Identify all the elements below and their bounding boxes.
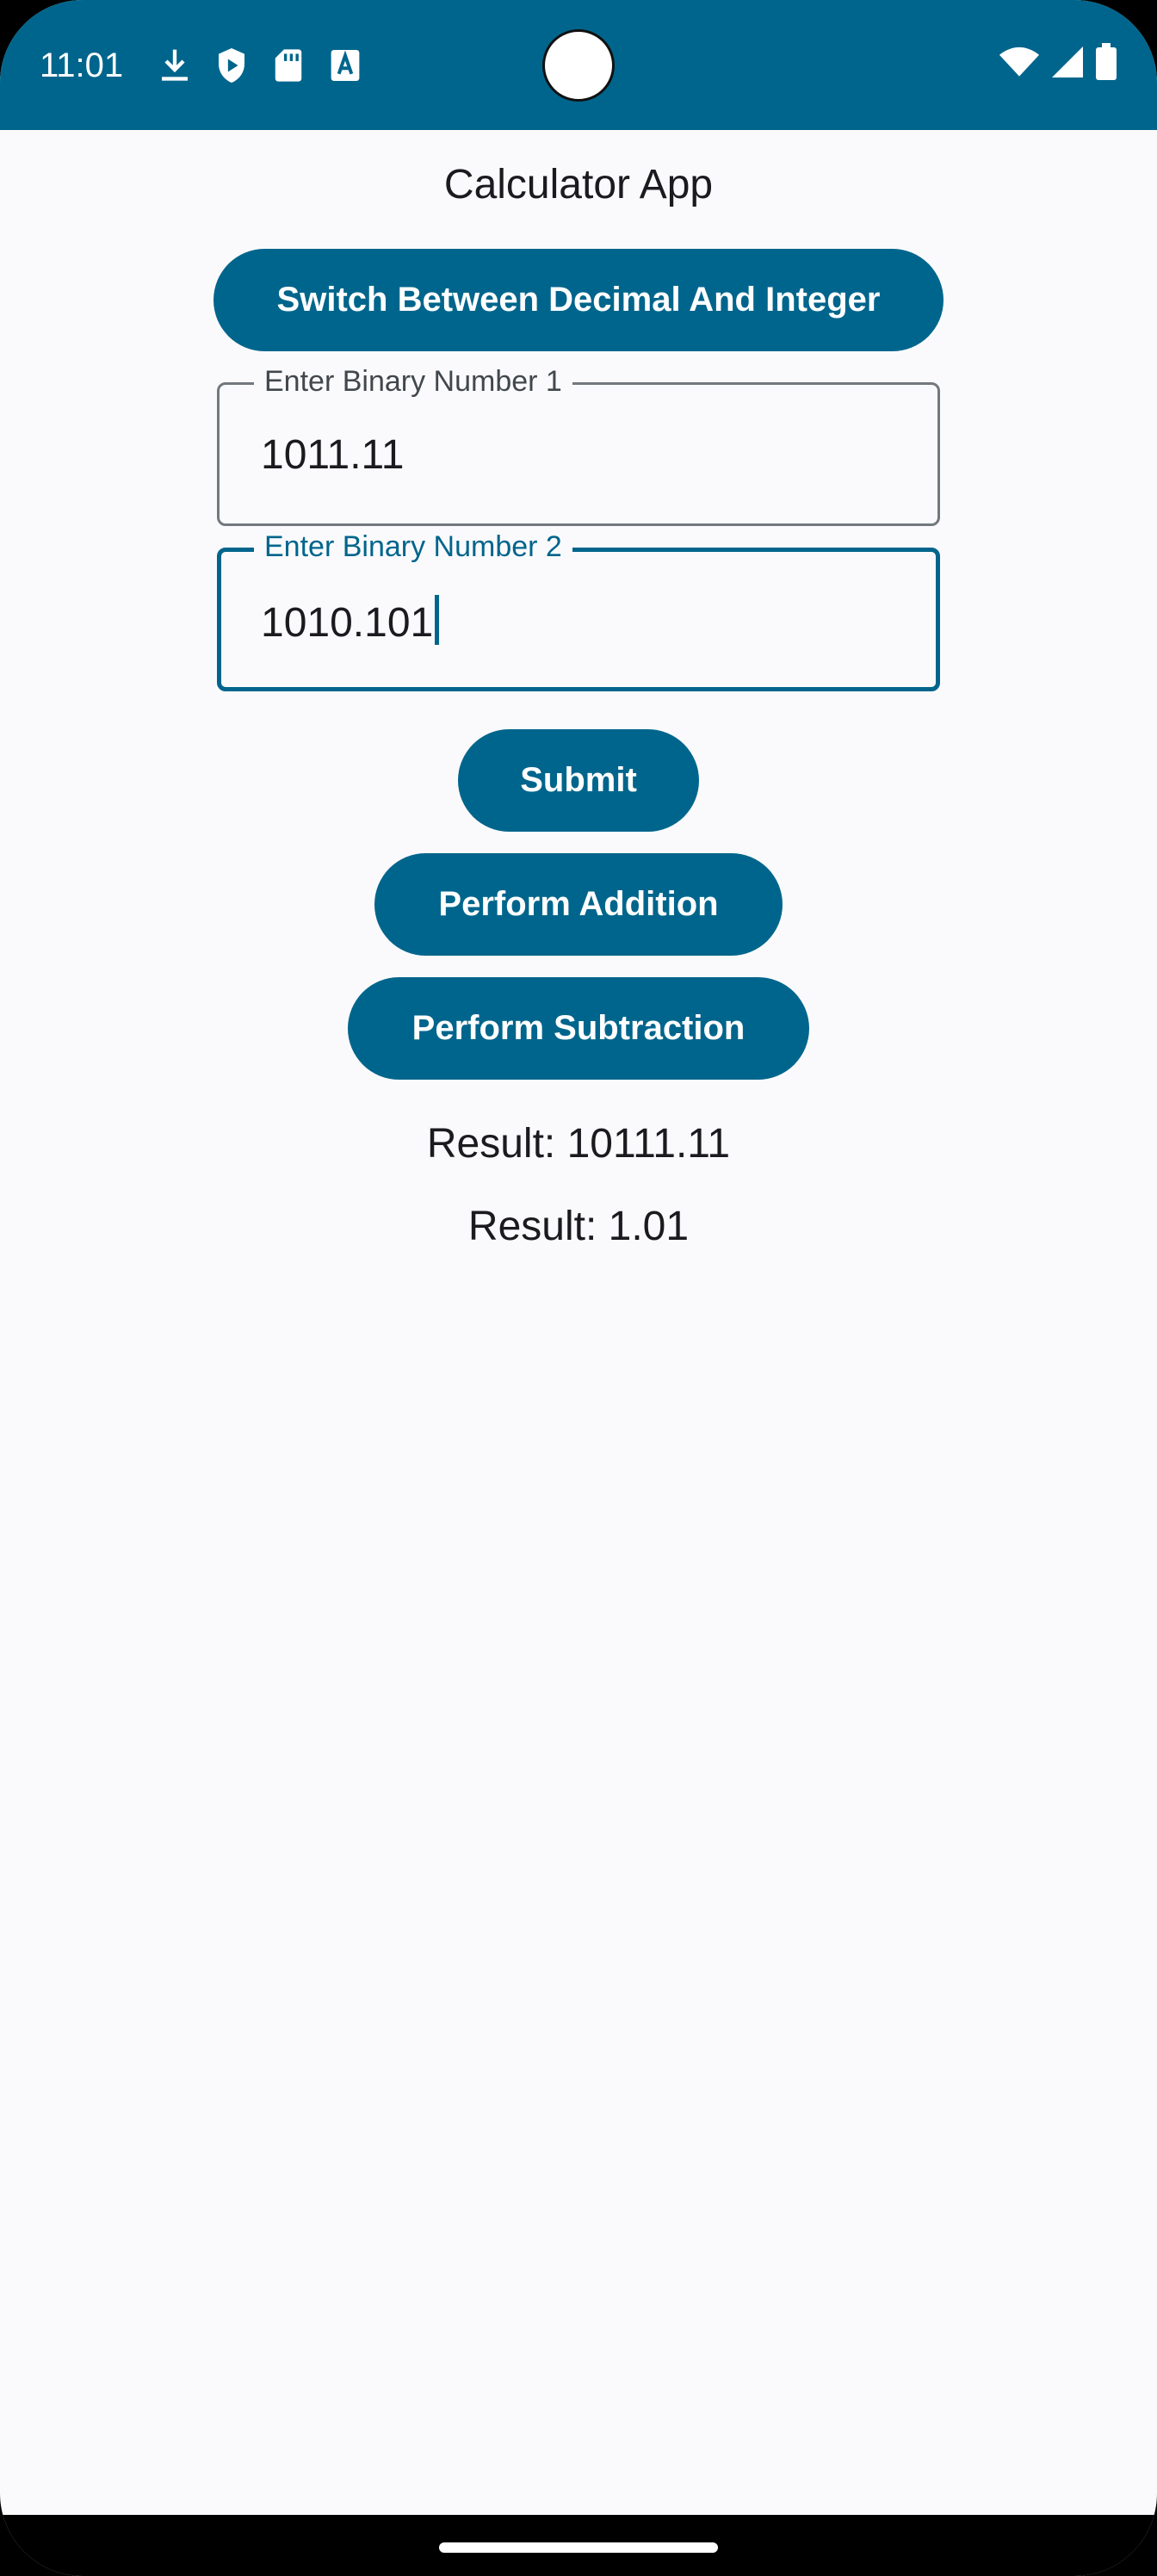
download-icon (155, 43, 195, 88)
submit-button[interactable]: Submit (458, 729, 699, 832)
app-title: Calculator App (443, 162, 714, 207)
status-right-icons (999, 43, 1117, 85)
binary-number-1-field[interactable]: Enter Binary Number 1 1011.11 (217, 362, 940, 526)
sd-card-icon (269, 43, 308, 88)
status-time: 11:01 (40, 46, 124, 84)
text-a-icon (325, 43, 365, 88)
camera-cutout (542, 29, 615, 102)
binary-number-2-input[interactable]: 1010.101 (261, 595, 440, 649)
binary-number-2-label: Enter Binary Number 2 (254, 528, 572, 566)
perform-addition-button[interactable]: Perform Addition (374, 853, 783, 956)
phone-screen: 11:01 Calculator App Switch Between Deci… (0, 0, 1157, 2576)
addition-result: Result: 10111.11 (426, 1121, 731, 1167)
subtraction-result: Result: 1.01 (467, 1204, 690, 1249)
binary-number-1-label: Enter Binary Number 1 (254, 362, 572, 400)
text-cursor (435, 595, 440, 645)
home-gesture-handle[interactable] (439, 2542, 718, 2553)
switch-decimal-integer-button[interactable]: Switch Between Decimal And Integer (213, 249, 944, 351)
perform-subtraction-button[interactable]: Perform Subtraction (348, 977, 809, 1080)
binary-number-2-value: 1010.101 (261, 600, 434, 646)
signal-icon (1050, 45, 1085, 84)
shield-play-icon (212, 43, 251, 88)
binary-number-1-value[interactable]: 1011.11 (261, 430, 404, 481)
battery-icon (1095, 43, 1117, 85)
binary-number-2-field[interactable]: Enter Binary Number 2 1010.101 (217, 528, 940, 691)
status-bar: 11:01 (0, 0, 1157, 130)
status-left-icons (155, 43, 365, 88)
wifi-icon (999, 45, 1040, 84)
